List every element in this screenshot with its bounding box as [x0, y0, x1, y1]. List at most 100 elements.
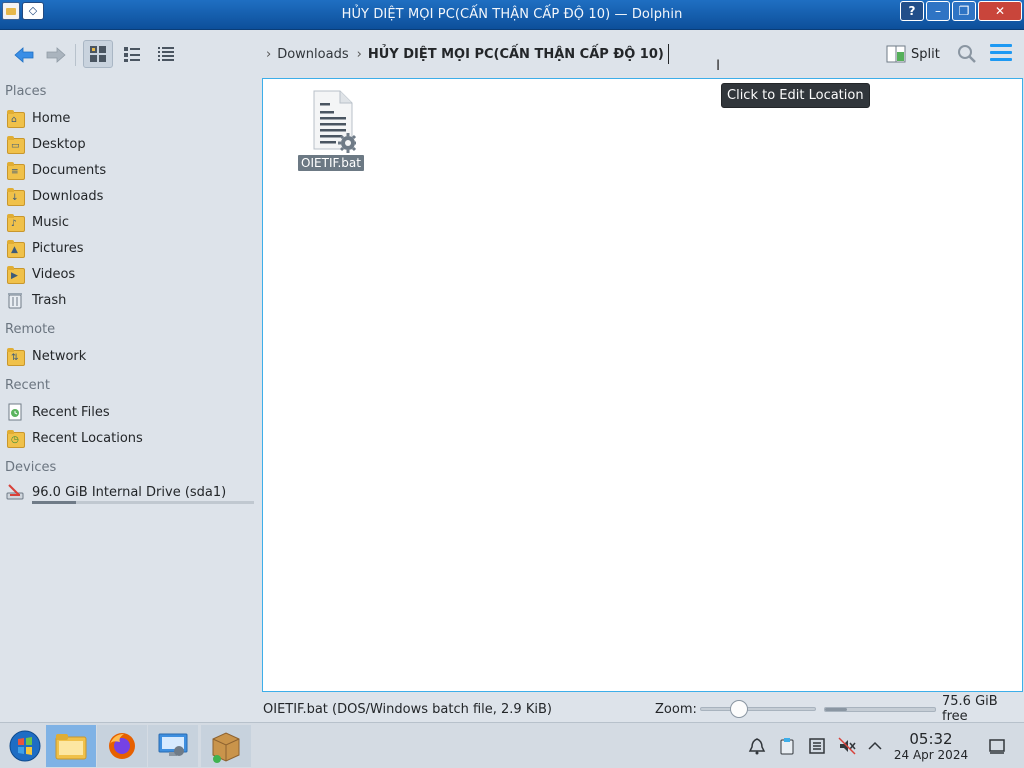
- icons-view-icon: [90, 46, 106, 62]
- firefox-task[interactable]: [97, 725, 147, 767]
- free-space-fill: [825, 708, 847, 711]
- clock-time: 05:32: [909, 730, 953, 748]
- digital-clock[interactable]: 05:32 24 Apr 2024: [890, 730, 972, 763]
- split-label: Split: [911, 46, 940, 62]
- free-space-label: 75.6 GiB free: [942, 694, 998, 724]
- breadcrumb-current[interactable]: HỦY DIỆT MỌI PC(CẤN THẬN CẤP ĐỘ 10): [368, 47, 664, 62]
- chevron-right-icon[interactable]: ›: [357, 47, 362, 62]
- trash-icon: [6, 291, 24, 309]
- sidebar-item-network[interactable]: ⇅ Network: [6, 344, 252, 368]
- sidebar-item-label: Trash: [32, 292, 67, 308]
- sidebar-item-videos[interactable]: ▶ Videos: [6, 262, 252, 286]
- recent-locations-icon: ◷: [6, 429, 25, 448]
- drive-icon: [6, 483, 24, 501]
- show-desktop-icon[interactable]: [988, 737, 1006, 755]
- sidebar-item-label: Network: [32, 348, 87, 364]
- text-cursor: [667, 44, 669, 64]
- network-folder-icon: ⇅: [6, 347, 25, 366]
- clipboard-icon[interactable]: [778, 737, 796, 755]
- sidebar-item-downloads[interactable]: ↓ Downloads: [6, 184, 252, 208]
- downloads-folder-icon: ↓: [6, 187, 25, 206]
- sidebar-item-home[interactable]: ⌂ Home: [6, 106, 252, 130]
- breadcrumb-item[interactable]: Downloads: [277, 47, 348, 62]
- sidebar-item-label: Home: [32, 110, 71, 126]
- section-header-recent: Recent: [5, 378, 50, 393]
- mouse-cursor: I: [716, 58, 721, 74]
- split-button[interactable]: Split: [886, 42, 940, 66]
- forward-button[interactable]: [42, 42, 70, 68]
- title-bar[interactable]: ◇ HỦY DIỆT MỌI PC(CẤN THẬN CẤP ĐỘ 10) — …: [0, 0, 1024, 30]
- drive-usage-bar: [32, 501, 254, 504]
- icons-view-button[interactable]: [83, 40, 113, 68]
- application-launcher-icon: [9, 730, 41, 762]
- breadcrumb[interactable]: › Downloads › HỦY DIỆT MỌI PC(CẤN THẬN C…: [262, 42, 669, 66]
- sidebar-item-label: 96.0 GiB Internal Drive (sda1): [32, 484, 227, 500]
- window-title: HỦY DIỆT MỌI PC(CẤN THẬN CẤP ĐỘ 10) — Do…: [341, 7, 683, 22]
- section-header-places: Places: [5, 84, 47, 99]
- sidebar-item-label: Documents: [32, 162, 107, 178]
- sidebar-item-music[interactable]: ♪ Music: [6, 210, 252, 234]
- system-settings-task[interactable]: [148, 725, 198, 767]
- sidebar-item-label: Recent Files: [32, 404, 110, 420]
- places-panel: Places ⌂ Home ▭ Desktop ≡ Documents ↓ Do…: [0, 78, 258, 698]
- file-view[interactable]: OIETIF.bat: [262, 78, 1023, 692]
- toolbar: › Downloads › HỦY DIỆT MỌI PC(CẤN THẬN C…: [0, 30, 1024, 78]
- hamburger-icon: [990, 44, 1012, 47]
- maximize-button[interactable]: ❐: [952, 1, 976, 21]
- compact-view-button[interactable]: [117, 40, 147, 68]
- sidebar-item-recent-files[interactable]: Recent Files: [6, 400, 252, 424]
- split-view-icon: [886, 45, 906, 63]
- sidebar-item-label: Music: [32, 214, 69, 230]
- sidebar-item-label: Pictures: [32, 240, 84, 256]
- sidebar-item-label: Desktop: [32, 136, 86, 152]
- notifications-icon[interactable]: [748, 737, 766, 755]
- search-button[interactable]: [956, 43, 978, 65]
- videos-folder-icon: ▶: [6, 265, 25, 284]
- taskbar: 05:32 24 Apr 2024: [0, 722, 1024, 768]
- back-button[interactable]: [10, 42, 38, 68]
- volume-muted-icon[interactable]: [838, 737, 856, 755]
- sidebar-item-label: Recent Locations: [32, 430, 143, 446]
- file-name-label: OIETIF.bat: [298, 155, 364, 171]
- help-button[interactable]: ?: [900, 1, 924, 21]
- pictures-folder-icon: ▲: [6, 239, 25, 258]
- clock-date: 24 Apr 2024: [893, 748, 969, 762]
- file-manager-task[interactable]: [46, 725, 96, 767]
- sidebar-item-pictures[interactable]: ▲ Pictures: [6, 236, 252, 260]
- file-item[interactable]: OIETIF.bat: [297, 89, 365, 171]
- selection-info: OIETIF.bat (DOS/Windows batch file, 2.9 …: [263, 701, 552, 717]
- expand-tray-icon[interactable]: [866, 737, 884, 755]
- zoom-slider[interactable]: [700, 700, 816, 718]
- sidebar-item-label: Videos: [32, 266, 76, 282]
- sidebar-item-label: Downloads: [32, 188, 104, 204]
- section-header-devices: Devices: [5, 460, 57, 475]
- toolbar-separator: [75, 44, 76, 66]
- section-header-remote: Remote: [5, 322, 56, 337]
- package-installer-icon: [212, 732, 240, 763]
- location-tooltip: Click to Edit Location: [721, 83, 870, 108]
- hamburger-menu-button[interactable]: [990, 44, 1012, 64]
- sidebar-item-documents[interactable]: ≡ Documents: [6, 158, 252, 182]
- chevron-right-icon[interactable]: ›: [266, 47, 271, 62]
- search-icon: [958, 45, 976, 63]
- zoom-slider-handle[interactable]: [730, 700, 749, 718]
- back-arrow-icon: [14, 47, 34, 63]
- application-launcher-button[interactable]: [0, 725, 50, 767]
- compact-view-icon: [124, 47, 140, 62]
- file-manager-icon: [55, 734, 87, 760]
- forward-arrow-icon: [46, 47, 66, 63]
- package-installer-task[interactable]: [201, 725, 251, 767]
- sidebar-item-recent-locations[interactable]: ◷ Recent Locations: [6, 426, 252, 450]
- desktop-folder-icon: ▭: [6, 135, 25, 154]
- task-manager-icon[interactable]: [808, 737, 826, 755]
- minimize-button[interactable]: –: [926, 1, 950, 21]
- close-button[interactable]: ✕: [978, 1, 1022, 21]
- sidebar-item-desktop[interactable]: ▭ Desktop: [6, 132, 252, 156]
- sidebar-item-trash[interactable]: Trash: [6, 288, 252, 312]
- batch-file-icon: [306, 89, 357, 153]
- details-view-button[interactable]: [151, 40, 181, 68]
- system-settings-icon: [158, 733, 188, 756]
- recent-files-icon: [6, 403, 24, 421]
- status-bar: OIETIF.bat (DOS/Windows batch file, 2.9 …: [262, 694, 1024, 724]
- drive-usage-fill: [32, 501, 77, 504]
